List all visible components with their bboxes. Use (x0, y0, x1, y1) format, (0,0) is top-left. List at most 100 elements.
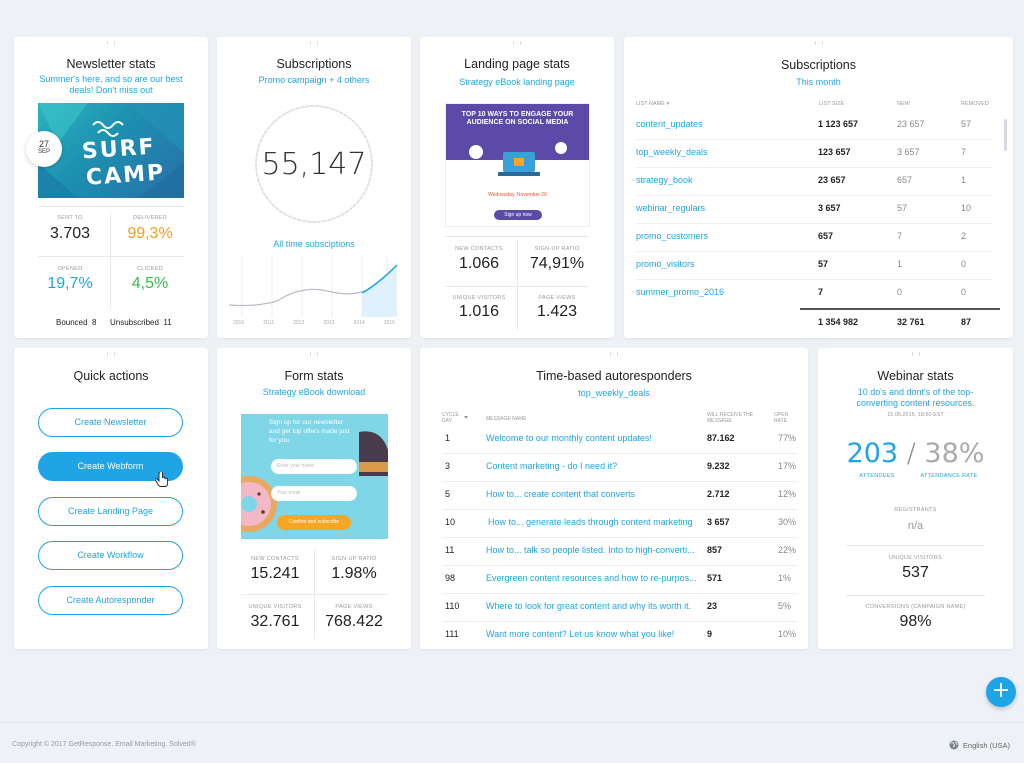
message-name-cell[interactable]: How to... talk so people listed. Into to… (486, 545, 700, 555)
list-name-cell[interactable]: summer_promo_2016 (636, 287, 724, 297)
form-preview-image[interactable]: Sign up for our newsletter and get top o… (241, 414, 388, 539)
col-header-message-name[interactable]: MESSAGE NAME (486, 416, 527, 422)
create-autoresponder-button[interactable]: Create Autoresponder (38, 586, 183, 615)
drag-handle[interactable] (310, 41, 318, 45)
table-row[interactable]: 11 How to... talk so people listed. Into… (442, 538, 798, 566)
open-rate-cell: 10% (778, 629, 797, 639)
table-row[interactable]: promo_visitors 57 1 0 (636, 252, 991, 280)
card-title: Subscriptions (780, 58, 857, 72)
drag-handle[interactable] (107, 41, 115, 45)
open-rate-cell: 1% (778, 573, 792, 583)
page-views-label: PAGE VIEWS (538, 295, 576, 301)
image-text-surf: SURF (81, 134, 157, 165)
form-stats-card: Form stats Strategy eBook download Sign … (217, 348, 411, 649)
card-title: Form stats (284, 369, 344, 383)
drag-handle[interactable] (814, 41, 823, 45)
plus-icon: + (991, 678, 1011, 703)
add-widget-button[interactable]: + (986, 677, 1016, 707)
card-subtitle[interactable]: Strategy eBook landing page (420, 77, 614, 88)
message-name-cell[interactable]: Evergreen content resources and how to r… (486, 573, 700, 583)
table-row[interactable]: 110 Where to look for great content and … (442, 594, 798, 622)
removed-cell: 0 (961, 259, 967, 269)
table-row[interactable]: 111 Want more content? Let us know what … (442, 622, 798, 640)
landing-preview-image[interactable]: TOP 10 WAYS TO ENGAGE YOUR AUDIENCE ON S… (445, 103, 590, 227)
card-subtitle[interactable]: Strategy eBook download (217, 387, 411, 398)
list-size-cell: 657 (818, 231, 834, 241)
table-row[interactable]: webinar_regulars 3 657 57 10 (636, 196, 991, 224)
message-name-cell[interactable]: Welcome to our monthly content updates! (486, 433, 696, 443)
table-row[interactable]: strategy_book 23 657 657 1 (636, 168, 991, 196)
create-workflow-button[interactable]: Create Workflow (38, 541, 183, 570)
table-row[interactable]: content_updates 1 123 657 23 657 57 (636, 112, 991, 140)
divider (846, 595, 985, 596)
preview-heading: TOP 10 WAYS TO ENGAGE YOUR AUDIENCE ON S… (461, 111, 574, 126)
clicked-value: 4,5% (131, 275, 169, 292)
list-name-cell[interactable]: strategy_book (636, 175, 693, 185)
recipients-cell: 3 657 (707, 517, 730, 527)
list-name-cell[interactable]: promo_customers (636, 231, 708, 241)
card-subtitle[interactable]: 10 do's and dont's of the top-converting… (844, 387, 987, 409)
col-header-open-rate[interactable]: OPEN RATE (774, 412, 796, 424)
col-header-new[interactable]: NEW (897, 101, 910, 107)
unique-visitors-value: 1.016 (458, 303, 500, 320)
recipients-cell: 571 (707, 573, 723, 583)
col-header-removed[interactable]: REMOVED (961, 101, 989, 107)
recipients-cell: 9.232 (707, 461, 730, 471)
drag-handle[interactable] (107, 352, 115, 356)
list-name-cell[interactable]: top_weekly_deals (636, 147, 708, 157)
cycle-day-cell: 11 (445, 545, 455, 555)
attendance-summary: 203 / 38% (818, 438, 1013, 469)
card-subtitle[interactable]: Promo campaign + 4 others (217, 75, 411, 86)
new-contacts-value: 15.241 (250, 565, 300, 582)
drag-handle[interactable] (310, 352, 318, 356)
col-header-list-size[interactable]: LIST SIZE (819, 101, 844, 107)
attendance-rate-label: ATTENDANCE RATE (920, 473, 978, 479)
message-name-cell[interactable]: Where to look for great content and why … (486, 601, 700, 611)
col-header-list-name[interactable]: LIST NAME ▾ (636, 101, 669, 107)
cycle-day-cell: 10 (445, 517, 456, 527)
table-row[interactable]: 1 Welcome to our monthly content updates… (442, 426, 798, 454)
table-row[interactable]: 5 How to... create content that converts… (442, 482, 798, 510)
table-row[interactable]: summer_promo_2016 7 0 0 (636, 280, 991, 308)
language-selector[interactable]: English (USA) (949, 740, 1010, 750)
list-name-cell[interactable]: content_updates (636, 119, 703, 129)
create-newsletter-button[interactable]: Create Newsletter (38, 408, 183, 437)
list-name-cell[interactable]: promo_visitors (636, 259, 695, 269)
divider (517, 240, 518, 330)
preview-date: Wednesday, November 26 (488, 192, 547, 198)
message-name-cell[interactable]: How to... create content that converts (486, 489, 696, 499)
card-title: Quick actions (73, 369, 149, 383)
drag-handle[interactable] (610, 352, 618, 356)
col-header-cycle-day[interactable]: CYCLE DAY (442, 412, 466, 424)
drag-handle[interactable] (911, 352, 920, 356)
card-subtitle[interactable]: This month (624, 77, 1013, 88)
scrollbar[interactable] (1004, 119, 1007, 151)
table-row[interactable]: promo_customers 657 7 2 (636, 224, 991, 252)
message-name-cell[interactable]: Want more content? Let us know what you … (486, 629, 700, 639)
recipients-cell: 87.162 (707, 433, 735, 443)
subscriptions-total: 55,147 (261, 147, 367, 182)
table-row[interactable]: 10 How to... generate leads through cont… (442, 510, 798, 538)
all-time-caption: All time subsciptions (273, 239, 355, 249)
col-header-will-receive[interactable]: WILL RECEIVE THE MESSAGE (707, 412, 757, 424)
list-name-cell[interactable]: webinar_regulars (636, 203, 705, 213)
card-subtitle[interactable]: Summer's here, and so are our best deals… (36, 74, 186, 96)
cycle-day-cell: 111 (445, 629, 459, 639)
create-landing-page-button[interactable]: Create Landing Page (38, 497, 183, 526)
cycle-day-cell: 5 (445, 489, 451, 499)
bounced-count: Bounced 8 (56, 318, 97, 327)
table-row[interactable]: 3 Content marketing - do I need it? 9.23… (442, 454, 798, 482)
language-label: English (USA) (962, 741, 1010, 750)
table-row[interactable]: 98 Evergreen content resources and how t… (442, 566, 798, 594)
card-subtitle[interactable]: top_weekly_deals (420, 388, 808, 399)
sort-icon[interactable] (464, 416, 468, 419)
drag-handle[interactable] (513, 41, 521, 45)
table-row[interactable]: top_weekly_deals 123 657 3 657 7 (636, 140, 991, 168)
page-views-label: PAGE VIEWS (335, 604, 373, 610)
subscriptions-table-card: Subscriptions This month LIST NAME ▾ LIS… (624, 37, 1013, 338)
sent-to-value: 3.703 (49, 225, 91, 242)
divider (110, 213, 111, 309)
message-name-cell[interactable]: Content marketing - do I need it? (486, 461, 696, 471)
divider (445, 236, 589, 237)
message-name-cell[interactable]: How to... generate leads through content… (488, 517, 702, 527)
